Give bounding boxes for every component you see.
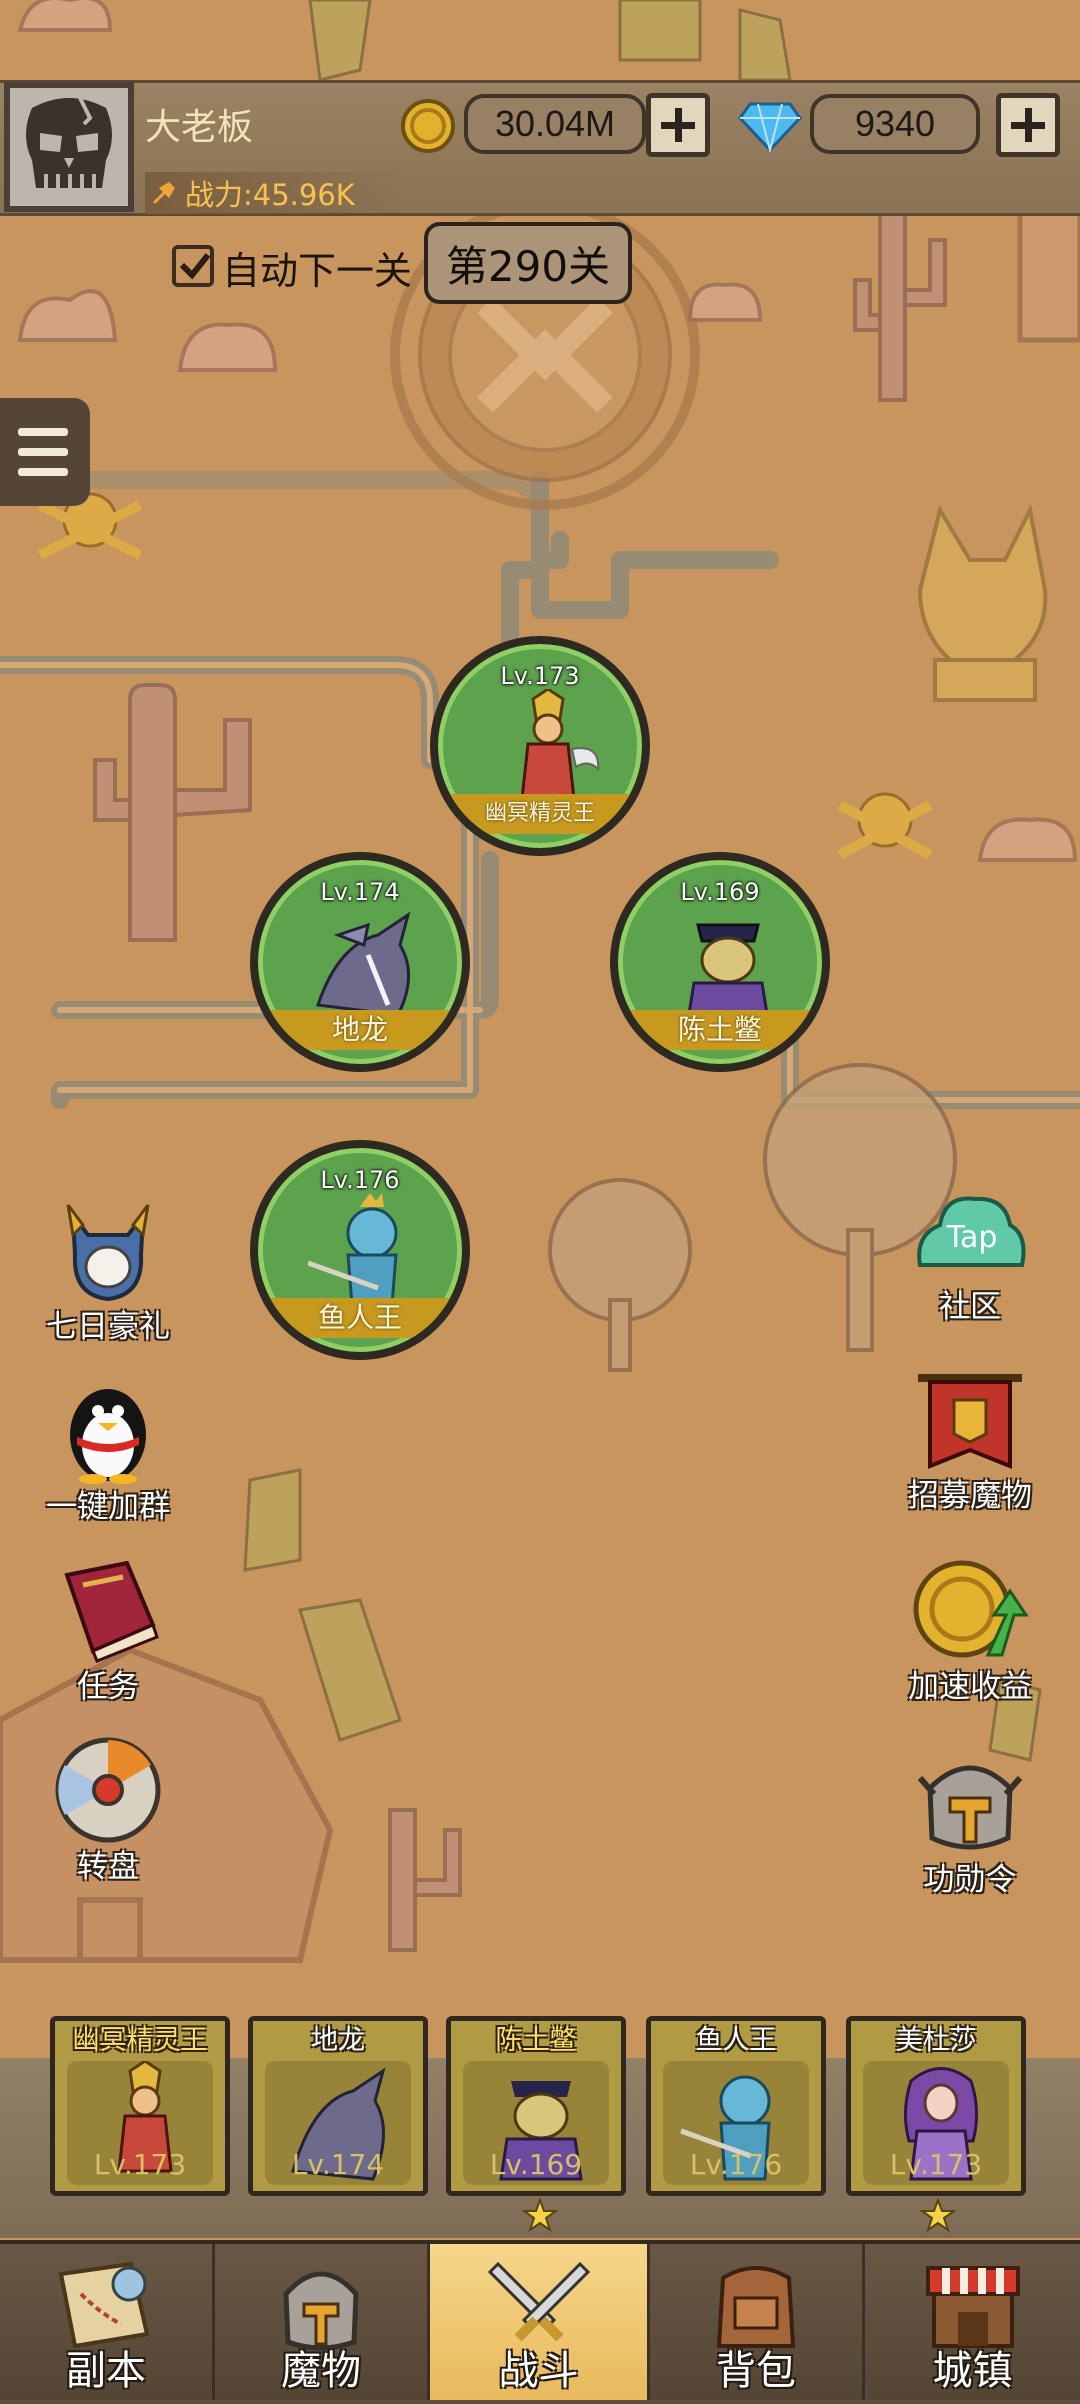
menu-label: 招募魔物	[908, 1478, 1032, 1514]
player-avatar[interactable]	[4, 82, 134, 212]
earth-dragon-icon	[315, 911, 411, 1017]
player-name: 大老板	[145, 107, 254, 148]
team-slot-level: Lv.173	[889, 2148, 983, 2181]
gold-amount: 30.04M	[464, 94, 646, 154]
quest-book-icon	[64, 1560, 159, 1663]
tab-backpack[interactable]: 背包	[650, 2244, 865, 2400]
auto-next-checkbox[interactable]	[172, 245, 214, 287]
monster-level: Lv.173	[500, 662, 580, 690]
combat-power-value: 战力:45.96K	[185, 178, 355, 212]
menu-label: 一键加群	[46, 1489, 170, 1525]
spin-wheel-button[interactable]: 转盘	[28, 1735, 188, 1886]
taptap-icon: Tap	[917, 1196, 1026, 1267]
recruit-banner-icon	[918, 1374, 1022, 1469]
current-stage[interactable]: 第290关	[424, 222, 632, 304]
monster-level: Lv.174	[320, 878, 400, 906]
tab-label: 背包	[716, 2348, 796, 2394]
monster-name: 地龙	[258, 1010, 462, 1050]
diamond-icon	[738, 102, 802, 152]
menu-label: 转盘	[77, 1849, 139, 1885]
team-slot-5[interactable]: 美杜莎 Lv.173	[846, 2016, 1026, 2196]
team-slot-1[interactable]: 幽冥精灵王 Lv.173	[50, 2016, 230, 2196]
team-slot-name: 地龙	[311, 2025, 365, 2056]
menu-label: 加速收益	[908, 1669, 1032, 1705]
add-gold-button[interactable]	[646, 93, 710, 157]
tab-label: 副本	[66, 2348, 146, 2394]
map-monster-1[interactable]: Lv.173 幽冥精灵王	[430, 636, 650, 856]
speed-coin-icon	[913, 1560, 1029, 1658]
side-menu-button[interactable]	[0, 398, 90, 506]
map-monster-3[interactable]: Lv.169 陈土鳖	[610, 852, 830, 1072]
monster-level: Lv.176	[320, 1166, 400, 1194]
monster-name: 幽冥精灵王	[438, 794, 642, 834]
team-slot-4[interactable]: 鱼人王 Lv.176	[646, 2016, 826, 2196]
monster-level: Lv.169	[680, 878, 760, 906]
map-monster-2[interactable]: Lv.174 地龙	[250, 852, 470, 1072]
team-slot-level: Lv.174	[291, 2148, 385, 2181]
gem-amount: 9340	[810, 94, 980, 154]
tab-label: 战斗	[498, 2348, 579, 2394]
tab-label: 城镇	[932, 2348, 1013, 2394]
menu-label: 任务	[77, 1669, 139, 1705]
join-group-button[interactable]: 一键加群	[28, 1375, 188, 1526]
team-slot-level: Lv.169	[489, 2148, 583, 2181]
community-button[interactable]: Tap 社区	[890, 1185, 1050, 1326]
menu-label: 功勋令	[923, 1862, 1017, 1898]
team-slot-level: Lv.176	[689, 2148, 783, 2181]
tab-monsters[interactable]: 魔物	[215, 2244, 430, 2400]
tap-badge: Tap	[946, 1220, 998, 1255]
ghost-elf-king-icon	[520, 689, 600, 801]
tab-battle[interactable]: 战斗	[430, 2244, 650, 2400]
merit-helmet-icon	[917, 1765, 1023, 1850]
fishman-king-icon	[308, 1193, 398, 1307]
knight-helmet-icon	[66, 1204, 150, 1302]
seven-day-gift-button[interactable]: 七日豪礼	[28, 1195, 188, 1346]
team-slot-2[interactable]: 地龙 Lv.174	[248, 2016, 428, 2196]
star-icon	[920, 2198, 956, 2233]
auto-next-label[interactable]: 自动下一关	[222, 240, 412, 295]
add-gems-button[interactable]	[996, 93, 1060, 157]
team-slot-name: 幽冥精灵王	[72, 2025, 208, 2056]
quest-button[interactable]: 任务	[28, 1555, 188, 1706]
menu-label: 七日豪礼	[46, 1309, 170, 1345]
team-slot-name: 鱼人王	[695, 2025, 777, 2056]
menu-label: 社区	[939, 1289, 1001, 1325]
team-slot-name: 美杜莎	[895, 2025, 977, 2056]
team-slot-level: Lv.173	[93, 2148, 187, 2181]
penguin-icon	[70, 1389, 146, 1484]
recruit-monster-button[interactable]: 招募魔物	[890, 1370, 1050, 1515]
monster-name: 鱼人王	[258, 1298, 462, 1338]
team-slot-3[interactable]: 陈土鳖 Lv.169	[446, 2016, 626, 2196]
merit-order-button[interactable]: 功勋令	[890, 1748, 1050, 1899]
tab-town[interactable]: 城镇	[865, 2244, 1080, 2400]
speed-income-button[interactable]: 加速收益	[890, 1555, 1050, 1706]
tab-label: 魔物	[281, 2348, 361, 2394]
gold-coin-icon	[401, 99, 455, 153]
spin-wheel-icon	[55, 1737, 161, 1843]
monster-name: 陈土鳖	[618, 1010, 822, 1050]
skull-avatar-icon	[26, 97, 112, 188]
power-icon	[153, 182, 175, 204]
star-icon	[522, 2198, 558, 2233]
combat-power: 战力:45.96K	[145, 172, 405, 214]
team-slot-name: 陈土鳖	[495, 2025, 577, 2056]
checkmark-icon	[179, 253, 211, 280]
map-monster-4[interactable]: Lv.176 鱼人王	[250, 1140, 470, 1360]
turtle-official-icon	[686, 923, 770, 1022]
tab-dungeon[interactable]: 副本	[0, 2244, 215, 2400]
